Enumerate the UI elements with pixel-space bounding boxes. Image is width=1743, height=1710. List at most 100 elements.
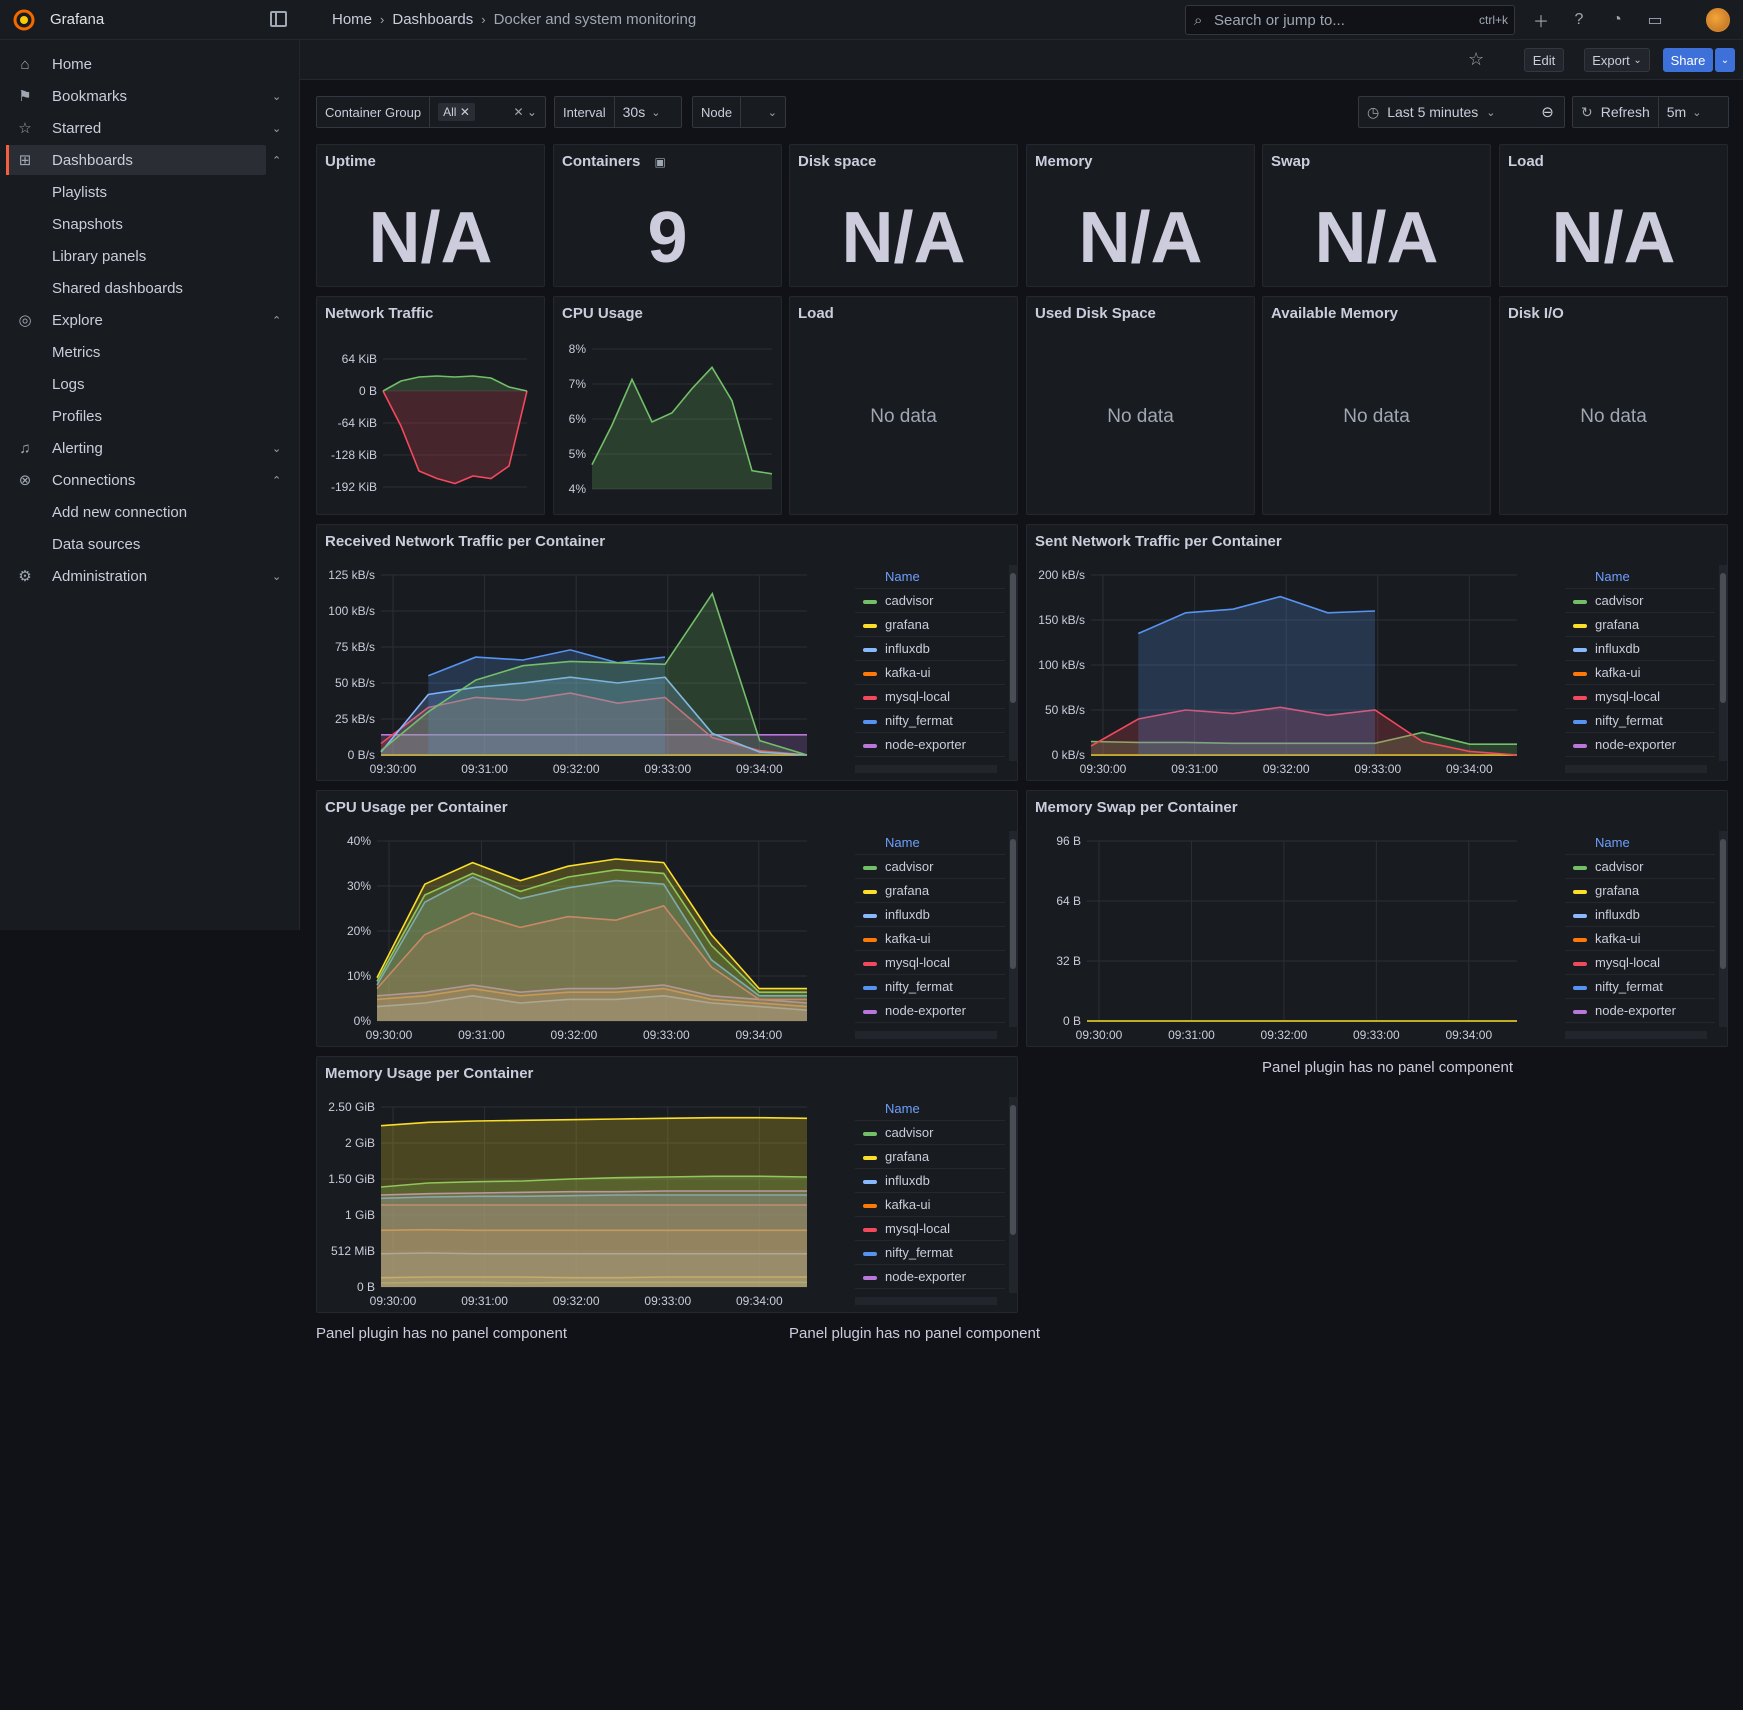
legend-horizontal-scrollbar[interactable] xyxy=(1565,1031,1707,1039)
news-icon[interactable]: ◔ xyxy=(1606,11,1628,29)
panel-disk-io[interactable]: Disk I/O No data xyxy=(1499,296,1728,515)
legend-header[interactable]: Name xyxy=(855,565,1005,589)
legend-item[interactable]: grafana xyxy=(855,1145,1005,1169)
panel-cpu-usage-per-container[interactable]: CPU Usage per Container 40% 30% 20% 10% 0% 09:… xyxy=(316,790,1018,1047)
sidebar-item-metrics[interactable]: Metrics xyxy=(0,337,300,367)
legend-item[interactable]: kafka-ui xyxy=(1565,927,1715,951)
legend-item[interactable]: influxdb xyxy=(1565,637,1715,661)
timeseries-chart[interactable]: 2.50 GiB2 GiB1.50 GiB1 GiB512 MiB0 B09:3… xyxy=(317,1087,847,1317)
legend-horizontal-scrollbar[interactable] xyxy=(1565,765,1707,773)
stat-panel-swap[interactable]: Swap N/A xyxy=(1262,144,1491,287)
sidebar-item-alerting[interactable]: ♫ Alerting ⌄ xyxy=(0,433,300,463)
sidebar-item-connections[interactable]: ⊗ Connections ⌃ xyxy=(0,465,300,495)
legend-item[interactable]: node-exporter xyxy=(855,999,1005,1023)
sidebar-item-dashboards[interactable]: ⊞ Dashboards ⌃ xyxy=(6,145,281,175)
legend-item[interactable]: kafka-ui xyxy=(855,661,1005,685)
sidebar-item-home[interactable]: ⌂ Home xyxy=(0,49,300,79)
network-traffic-chart[interactable]: 64 KiB 0 B -64 KiB -128 KiB -192 KiB xyxy=(317,327,546,516)
legend-item[interactable]: grafana xyxy=(1565,879,1715,903)
plus-icon[interactable]: ＋ xyxy=(1530,8,1552,32)
legend-item[interactable]: cadvisor xyxy=(1565,589,1715,613)
legend-item[interactable]: node-exporter xyxy=(1565,733,1715,757)
chevron-down-icon[interactable]: ⌄ xyxy=(272,442,281,455)
legend-scrollbar[interactable] xyxy=(1719,831,1727,1027)
sidebar-item-bookmarks[interactable]: ⚑ Bookmarks ⌄ xyxy=(0,81,300,111)
container-group-variable[interactable]: Container Group All ✕ ✕ ⌄ xyxy=(316,96,546,128)
legend-item[interactable]: nifty_fermat xyxy=(855,975,1005,999)
interval-variable[interactable]: Interval 30s ⌄ xyxy=(554,96,682,128)
sidebar-item-profiles[interactable]: Profiles xyxy=(0,401,300,431)
legend-item[interactable]: mysql-local xyxy=(1565,951,1715,975)
avatar[interactable] xyxy=(1706,8,1730,32)
legend-item[interactable]: kafka-ui xyxy=(855,927,1005,951)
chevron-up-icon[interactable]: ⌃ xyxy=(272,154,281,167)
legend-item[interactable]: node-exporter xyxy=(855,733,1005,757)
sidebar-item-snapshots[interactable]: Snapshots xyxy=(0,209,300,239)
star-icon[interactable]: ☆ xyxy=(1468,49,1484,70)
stat-panel-load[interactable]: Load N/A xyxy=(1499,144,1728,287)
panel-memory-usage-per-container[interactable]: Memory Usage per Container 2.50 GiB 2 GiB 1… xyxy=(316,1056,1018,1313)
legend-item[interactable]: influxdb xyxy=(855,637,1005,661)
legend-scrollbar[interactable] xyxy=(1009,565,1017,761)
legend-item[interactable]: node-exporter xyxy=(1565,999,1715,1023)
legend-header[interactable]: Name xyxy=(855,831,1005,855)
breadcrumb-home[interactable]: Home xyxy=(332,11,372,28)
panel-sent-network-traffic[interactable]: Sent Network Traffic per Container 200 kB… xyxy=(1026,524,1728,781)
dock-menu-icon[interactable] xyxy=(270,11,287,27)
zoom-out-button[interactable]: ⊖ xyxy=(1531,96,1565,128)
panel-network-traffic[interactable]: Network Traffic 64 KiB 0 B -64 KiB -128 KiB… xyxy=(316,296,545,515)
sidebar-item-explore[interactable]: ◎ Explore ⌃ xyxy=(0,305,300,335)
legend-item[interactable]: mysql-local xyxy=(855,951,1005,975)
legend-item[interactable]: mysql-local xyxy=(1565,685,1715,709)
legend-item[interactable]: node-exporter xyxy=(855,1265,1005,1289)
sidebar-item-playlists[interactable]: Playlists xyxy=(0,177,300,207)
legend-item[interactable]: grafana xyxy=(855,613,1005,637)
legend-item[interactable]: nifty_fermat xyxy=(1565,975,1715,999)
panel-received-network-traffic[interactable]: Received Network Traffic per Container 12… xyxy=(316,524,1018,781)
chevron-up-icon[interactable]: ⌃ xyxy=(272,474,281,487)
sidebar-item-starred[interactable]: ☆ Starred ⌄ xyxy=(0,113,300,143)
sidebar-item-library-panels[interactable]: Library panels xyxy=(0,241,300,271)
legend-header[interactable]: Name xyxy=(855,1097,1005,1121)
legend-item[interactable]: cadvisor xyxy=(855,1121,1005,1145)
chevron-down-icon[interactable]: ⌄ xyxy=(272,90,281,103)
stat-panel-disk-space[interactable]: Disk space N/A xyxy=(789,144,1018,287)
stat-panel-memory[interactable]: Memory N/A xyxy=(1026,144,1255,287)
sidebar-item-add-new-connection[interactable]: Add new connection xyxy=(0,497,300,527)
legend-scrollbar[interactable] xyxy=(1009,1097,1017,1293)
sidebar-item-logs[interactable]: Logs xyxy=(0,369,300,399)
legend-item[interactable]: cadvisor xyxy=(855,589,1005,613)
legend-item[interactable]: mysql-local xyxy=(855,685,1005,709)
chevron-down-icon[interactable]: ⌄ xyxy=(272,570,281,583)
legend-item[interactable]: influxdb xyxy=(855,903,1005,927)
timeseries-chart[interactable]: 96 B 64 B 32 B 0 B09:30:00 09:31:00 09:32:00 0… xyxy=(1027,821,1557,1051)
panel-load[interactable]: Load No data xyxy=(789,296,1018,515)
panel-used-disk-space[interactable]: Used Disk Space No data xyxy=(1026,296,1255,515)
clear-icon[interactable]: ✕ ⌄ xyxy=(514,105,545,119)
legend-item[interactable]: nifty_fermat xyxy=(855,1241,1005,1265)
legend-item[interactable]: kafka-ui xyxy=(855,1193,1005,1217)
sidebar-item-data-sources[interactable]: Data sources xyxy=(0,529,300,559)
legend-item[interactable]: mysql-local xyxy=(855,1217,1005,1241)
legend-horizontal-scrollbar[interactable] xyxy=(855,1297,997,1305)
timeseries-chart[interactable]: 40% 30% 20% 10% 0%09:30:00 09:31:00 09:32:00 09… xyxy=(317,821,847,1051)
edit-button[interactable]: Edit xyxy=(1524,48,1564,72)
legend-header[interactable]: Name xyxy=(1565,831,1715,855)
node-variable[interactable]: Node ⌄ xyxy=(692,96,786,128)
legend-item[interactable]: cadvisor xyxy=(855,855,1005,879)
sidebar-item-shared-dashboards[interactable]: Shared dashboards xyxy=(0,273,300,303)
stat-panel-containers[interactable]: Containers ▣ 9 xyxy=(553,144,782,287)
export-button[interactable]: Export ⌄ xyxy=(1584,48,1650,72)
panel-cpu-usage[interactable]: CPU Usage 8% 7% 6% 5% 4% xyxy=(553,296,782,515)
chevron-up-icon[interactable]: ⌃ xyxy=(272,314,281,327)
panel-memory-swap-per-container[interactable]: Memory Swap per Container 96 B 64 B 32 B 0 B… xyxy=(1026,790,1728,1047)
legend-horizontal-scrollbar[interactable] xyxy=(855,765,997,773)
legend-item[interactable]: influxdb xyxy=(1565,903,1715,927)
breadcrumb-dashboards[interactable]: Dashboards xyxy=(392,11,473,28)
legend-scrollbar[interactable] xyxy=(1009,831,1017,1027)
cpu-usage-chart[interactable]: 8% 7% 6% 5% 4% xyxy=(554,327,783,516)
kiosk-icon[interactable]: ▭ xyxy=(1644,10,1666,30)
share-dropdown-button[interactable]: ⌄ xyxy=(1715,48,1735,72)
sidebar-item-administration[interactable]: ⚙ Administration ⌄ xyxy=(0,561,300,591)
help-icon[interactable]: ? xyxy=(1568,11,1590,29)
